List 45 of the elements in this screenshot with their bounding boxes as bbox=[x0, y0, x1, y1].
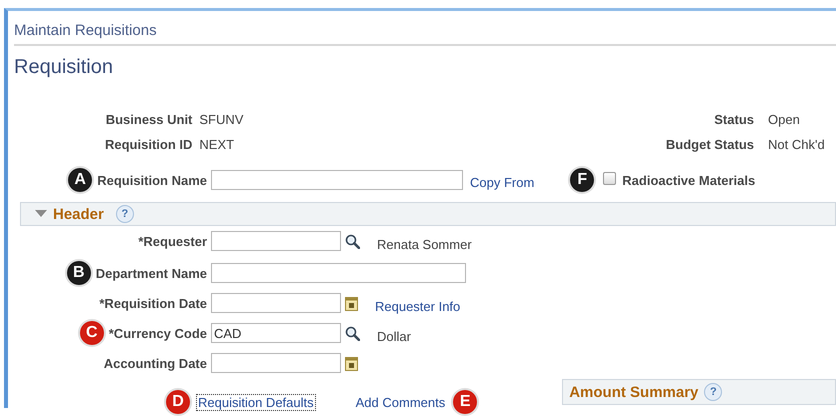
checkbox-label: Radioactive Materials bbox=[622, 172, 756, 188]
callout-marker: B bbox=[66, 261, 91, 285]
field-value: Open bbox=[768, 111, 801, 129]
requester-info-link[interactable]: Requester Info bbox=[375, 298, 460, 314]
field-label: *Currency Code bbox=[108, 326, 207, 340]
field-label: Accounting Date bbox=[104, 356, 207, 370]
input-field[interactable] bbox=[211, 170, 463, 190]
calendar-icon[interactable] bbox=[345, 296, 358, 310]
field-label: Business Unit bbox=[105, 111, 192, 129]
field-value: NEXT bbox=[199, 136, 236, 154]
page-link[interactable]: Add Comments bbox=[354, 394, 448, 410]
input-field[interactable] bbox=[211, 353, 341, 373]
callout-marker: E bbox=[453, 390, 478, 414]
field-label: Requisition ID bbox=[105, 136, 192, 154]
input-field[interactable]: CAD bbox=[211, 323, 341, 343]
input-field[interactable] bbox=[211, 263, 466, 283]
callout-marker: A bbox=[68, 168, 92, 192]
page-link[interactable]: Requisition Defaults bbox=[196, 394, 316, 410]
help-icon[interactable]: ? bbox=[704, 383, 722, 401]
field-label: Requisition Name bbox=[97, 172, 207, 188]
calendar-icon[interactable] bbox=[345, 356, 358, 370]
help-icon[interactable]: ? bbox=[116, 205, 134, 223]
field-label: Department Name bbox=[96, 266, 207, 280]
field-value: SFUNV bbox=[199, 111, 244, 129]
description-text: Renata Sommer bbox=[377, 236, 472, 252]
callout-marker: C bbox=[80, 321, 104, 345]
field-label: Status bbox=[713, 111, 754, 129]
field-label: *Requester bbox=[138, 234, 207, 248]
input-field[interactable] bbox=[211, 231, 341, 251]
field-label: *Requisition Date bbox=[99, 296, 207, 310]
page-heading: Requisition bbox=[14, 55, 114, 79]
callout-marker: D bbox=[166, 390, 190, 414]
field-value: Not Chk'd bbox=[768, 136, 826, 154]
field-label: Budget Status bbox=[666, 136, 754, 154]
description-text: Dollar bbox=[377, 328, 411, 344]
callout-marker: F bbox=[570, 168, 594, 192]
copy-from-link[interactable]: Copy From bbox=[470, 174, 534, 190]
caret-icon[interactable] bbox=[35, 210, 47, 218]
search-icon[interactable] bbox=[345, 326, 360, 340]
checkbox[interactable] bbox=[603, 172, 616, 184]
search-icon[interactable] bbox=[345, 234, 360, 248]
section-title: Header bbox=[53, 206, 104, 222]
input-field[interactable] bbox=[211, 293, 341, 313]
section-title: Amount Summary bbox=[569, 384, 698, 400]
page-title: Maintain Requisitions bbox=[14, 11, 836, 46]
